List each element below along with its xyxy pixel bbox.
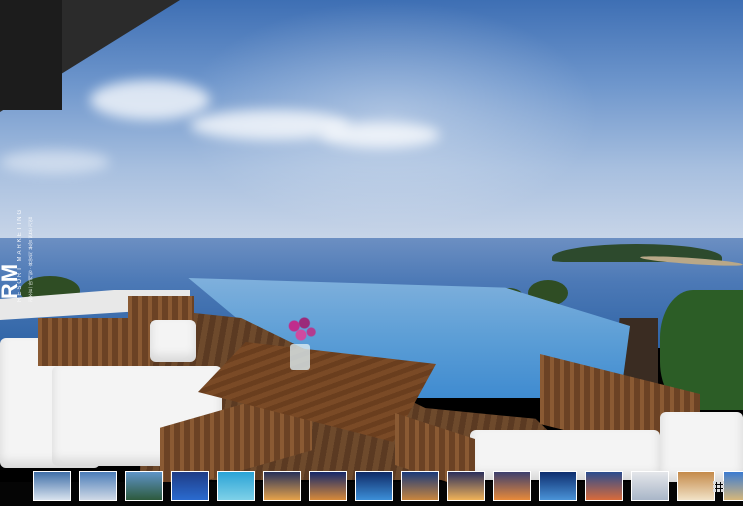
thumbnail-lagoon-pool[interactable]	[217, 471, 255, 501]
thumbnail-resort-twilight[interactable]	[401, 471, 439, 501]
thumbnail-bedroom-wood[interactable]	[677, 471, 715, 501]
logo-subline: 리조트 마케팅 · 휴양지 분양 전문 기업	[28, 217, 34, 302]
thumbnail-lagoon-night[interactable]	[539, 471, 577, 501]
thumbnail-pool-deck-night[interactable]	[171, 471, 209, 501]
thumbnail-beach-sea-view[interactable]	[723, 471, 743, 501]
thumbnail-villa-interior-lit[interactable]	[447, 471, 485, 501]
thumbnail-infinity-pool-sea-view[interactable]	[33, 471, 71, 501]
grid-view-icon[interactable]	[711, 479, 725, 493]
chair-cushion	[150, 320, 196, 362]
chair-back	[128, 296, 194, 322]
thumbnail-deck-sunset-sea[interactable]	[585, 471, 623, 501]
logo-tagline: RESORT MARKETING	[17, 207, 23, 302]
chair-back	[38, 318, 150, 366]
thumbnail-beach-palms[interactable]	[125, 471, 163, 501]
glass-vase	[290, 344, 310, 370]
thumbnail-villa-coast-aerial[interactable]	[79, 471, 117, 501]
thumbnail-bathroom-sea-view[interactable]	[631, 471, 669, 501]
hero-image	[0, 0, 743, 506]
thumbnail-pavilion-sunset[interactable]	[493, 471, 531, 501]
roof-overhang-shadow	[0, 0, 62, 110]
thumbnail-terrace-lounge-evening[interactable]	[309, 471, 347, 501]
cloud	[320, 122, 440, 148]
orchid-flowers	[284, 314, 318, 344]
thumbnail-villa-dusk-lights[interactable]	[263, 471, 301, 501]
thumbnail-pool-villa-night[interactable]	[355, 471, 393, 501]
thumbnail-list	[33, 471, 743, 502]
